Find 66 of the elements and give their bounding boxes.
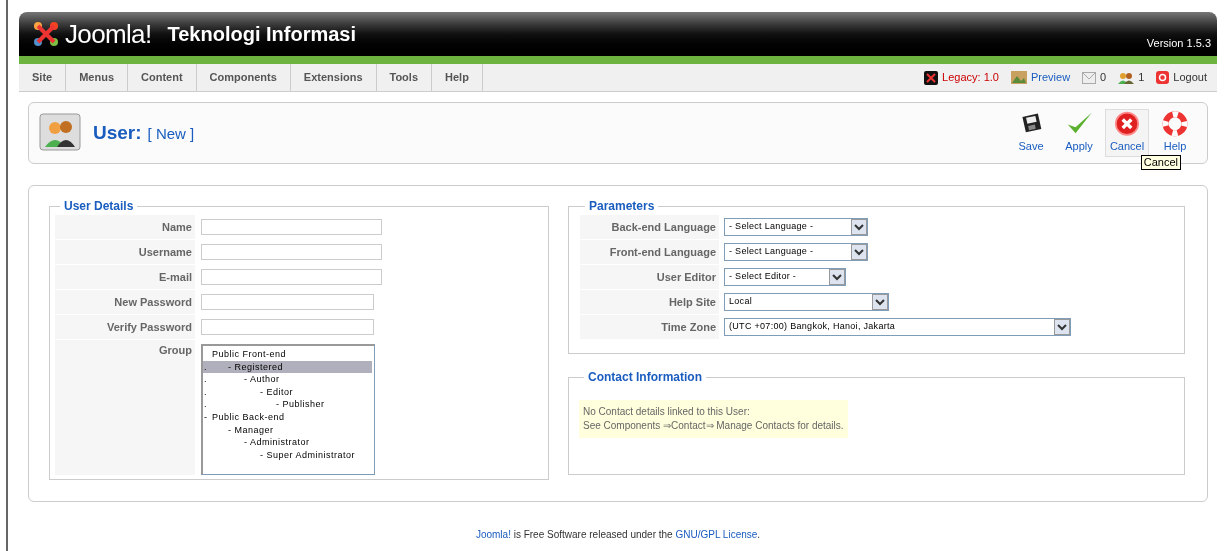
messages-link[interactable]: 0 [1082, 69, 1107, 86]
menu-item[interactable]: Help [432, 64, 483, 91]
list-option[interactable]: - Administrator [203, 436, 372, 449]
menu-item[interactable]: Components [196, 64, 291, 91]
list-option[interactable]: - Super Administrator [203, 448, 372, 462]
field-label: Back-end Language [580, 215, 719, 239]
cancel-button[interactable]: Cancel [1105, 109, 1149, 157]
field-label: E-mail [55, 265, 195, 289]
input-field[interactable] [201, 294, 374, 310]
menu-item[interactable]: Site [19, 64, 67, 91]
apply-button[interactable]: Apply [1057, 109, 1101, 157]
logout-icon [1156, 71, 1170, 84]
footer-link[interactable]: Joomla! [475, 529, 511, 540]
list-option[interactable]: . - Editor [203, 385, 372, 399]
version-text: Version 1.5.3 [1146, 35, 1211, 51]
menu-item[interactable]: Content [128, 64, 197, 91]
field-label: User Editor [580, 265, 719, 289]
field-label: Username [55, 240, 195, 264]
list-option[interactable]: . - Author [203, 373, 372, 386]
envelope-icon [1082, 71, 1097, 84]
menu-item[interactable]: Extensions [290, 64, 377, 91]
input-field[interactable] [201, 319, 374, 335]
list-option[interactable]: . - Registered [203, 360, 372, 374]
list-option[interactable]: Public Front-end [203, 348, 372, 361]
save-button[interactable]: Save [1009, 109, 1053, 157]
help-button[interactable]: Help [1153, 109, 1197, 157]
input-field[interactable] [201, 269, 382, 285]
page-title: User: [93, 120, 142, 145]
site-title: Teknologi Informasi [167, 22, 357, 47]
field-label: Name [55, 215, 195, 239]
select-dropdown[interactable]: (UTC +07:00) Bangkok, Hanoi, Jakarta [724, 318, 1071, 336]
section-title: Contact Information [587, 369, 703, 386]
page-subtitle: [ New ] [147, 123, 195, 144]
select-dropdown[interactable]: - Select Language - [724, 243, 868, 261]
legacy-link[interactable]: Legacy: 1.0 [924, 69, 999, 86]
preview-link[interactable]: Preview [1010, 69, 1071, 86]
field-label: Group [55, 340, 195, 475]
contact-notice: No Contact details linked to this User: See Components ⇒Contact⇒ Manage Contacts for details. [579, 400, 848, 438]
footer-text: Joomla! is Free Software released under the GNU/GPL License. [474, 528, 762, 542]
menu-item[interactable]: Tools [376, 64, 432, 91]
field-label: Verify Password [55, 315, 195, 339]
section-title: Parameters [588, 198, 656, 215]
group-listbox[interactable]: Public Front-end . - Registered . - Author . - Editor . - Publisher - Public Back-end - Manager - Administrator - Super Administrator [201, 344, 375, 475]
section-title: User Details [63, 198, 135, 215]
field-label: Help Site [580, 290, 719, 314]
users-link[interactable]: 1 [1118, 69, 1145, 86]
select-dropdown[interactable]: - Select Editor - [724, 268, 846, 286]
input-field[interactable] [201, 219, 382, 235]
users-icon [39, 113, 81, 153]
users-icon [1118, 71, 1135, 84]
field-label: New Password [55, 290, 195, 314]
tooltip: Cancel [1140, 155, 1181, 170]
list-option[interactable]: . - Publisher [203, 398, 372, 411]
field-label: Front-end Language [580, 240, 719, 264]
logo-icon [924, 70, 939, 85]
list-option[interactable]: - Public Back-end [203, 410, 372, 424]
field-label: Time Zone [580, 315, 719, 339]
logout-link[interactable]: Logout [1156, 69, 1207, 86]
logo-text: Joomla! [65, 17, 152, 51]
logo-icon [31, 19, 61, 49]
menu-item[interactable]: Menus [66, 64, 129, 91]
select-dropdown[interactable]: - Select Language - [724, 218, 868, 236]
select-dropdown[interactable]: Local [724, 293, 889, 311]
list-option[interactable]: - Manager [203, 423, 372, 437]
input-field[interactable] [201, 244, 382, 260]
picture-icon [1010, 71, 1027, 84]
